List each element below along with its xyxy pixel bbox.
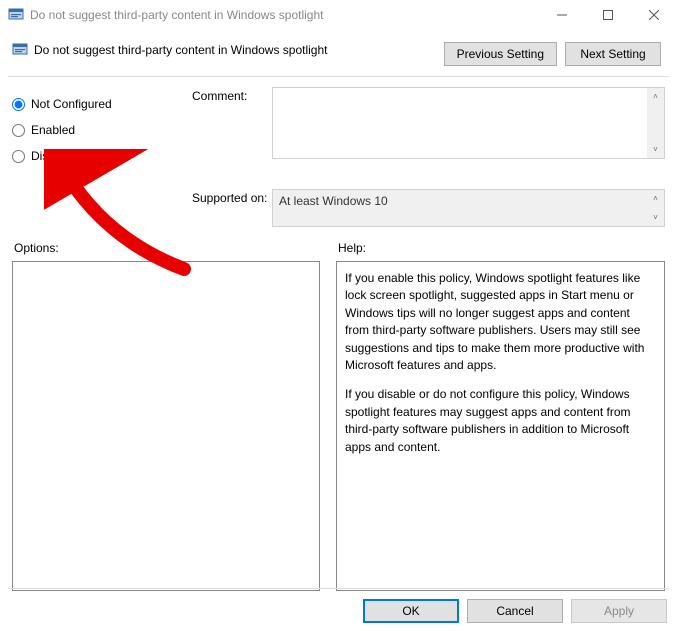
comment-scrollbar[interactable]: ˄ ˅ bbox=[647, 88, 664, 158]
window-title: Do not suggest third-party content in Wi… bbox=[30, 8, 539, 22]
supported-on-box: At least Windows 10 ˄ ˅ bbox=[272, 189, 665, 227]
next-setting-button[interactable]: Next Setting bbox=[565, 42, 661, 66]
footer-divider bbox=[8, 588, 669, 589]
scroll-up-icon[interactable]: ˄ bbox=[647, 190, 664, 207]
radio-not-configured-input[interactable] bbox=[12, 98, 25, 111]
supported-on-value: At least Windows 10 bbox=[279, 194, 388, 208]
minimize-button[interactable] bbox=[539, 0, 585, 30]
titlebar: Do not suggest third-party content in Wi… bbox=[0, 0, 677, 30]
state-radio-group: Not Configured Enabled Disabled bbox=[12, 87, 174, 227]
comment-label: Comment: bbox=[192, 87, 272, 103]
radio-enabled-input[interactable] bbox=[12, 124, 25, 137]
radio-disabled[interactable]: Disabled bbox=[12, 143, 174, 169]
policy-header: Do not suggest third-party content in Wi… bbox=[8, 30, 669, 72]
options-label: Options: bbox=[12, 241, 320, 255]
policy-title: Do not suggest third-party content in Wi… bbox=[34, 43, 327, 57]
policy-icon bbox=[12, 42, 28, 58]
options-box bbox=[12, 261, 320, 591]
maximize-button[interactable] bbox=[585, 0, 631, 30]
ok-button[interactable]: OK bbox=[363, 599, 459, 623]
comment-textarea[interactable]: ˄ ˅ bbox=[272, 87, 665, 159]
scroll-down-icon[interactable]: ˅ bbox=[647, 141, 664, 158]
radio-disabled-label: Disabled bbox=[31, 149, 78, 163]
cancel-button[interactable]: Cancel bbox=[467, 599, 563, 623]
scroll-down-icon[interactable]: ˅ bbox=[647, 209, 664, 226]
help-paragraph-1: If you enable this policy, Windows spotl… bbox=[345, 270, 656, 374]
close-button[interactable] bbox=[631, 0, 677, 30]
radio-enabled-label: Enabled bbox=[31, 123, 75, 137]
supported-on-label: Supported on: bbox=[192, 189, 272, 205]
scroll-up-icon[interactable]: ˄ bbox=[647, 88, 664, 105]
help-box[interactable]: If you enable this policy, Windows spotl… bbox=[336, 261, 665, 591]
dialog-footer: OK Cancel Apply bbox=[363, 599, 667, 623]
help-paragraph-2: If you disable or do not configure this … bbox=[345, 386, 656, 456]
previous-setting-button[interactable]: Previous Setting bbox=[444, 42, 557, 66]
radio-not-configured-label: Not Configured bbox=[31, 97, 112, 111]
radio-disabled-input[interactable] bbox=[12, 150, 25, 163]
apply-button[interactable]: Apply bbox=[571, 599, 667, 623]
radio-enabled[interactable]: Enabled bbox=[12, 117, 174, 143]
divider bbox=[8, 76, 669, 77]
radio-not-configured[interactable]: Not Configured bbox=[12, 91, 174, 117]
app-icon bbox=[8, 7, 24, 23]
supported-scrollbar[interactable]: ˄ ˅ bbox=[647, 190, 664, 226]
help-label: Help: bbox=[336, 241, 665, 255]
